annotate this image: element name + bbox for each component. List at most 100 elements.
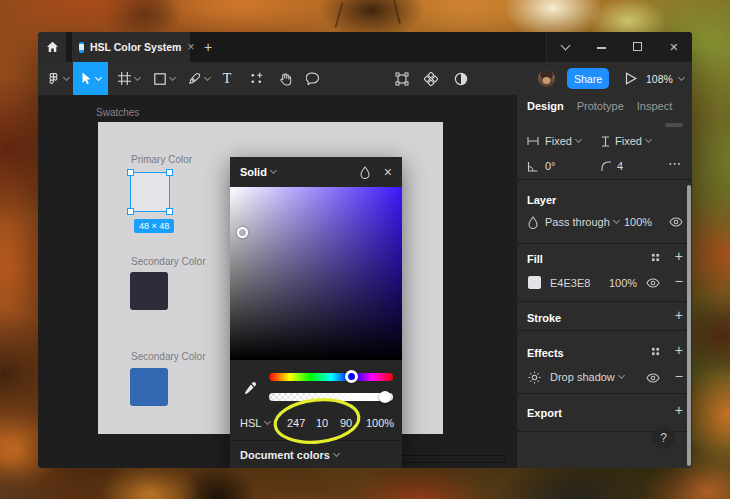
hue-value[interactable]: 247 bbox=[287, 417, 305, 429]
sv-cursor[interactable] bbox=[237, 227, 248, 238]
more-options-button[interactable]: ⋯ bbox=[668, 156, 682, 171]
rotation-value[interactable]: 0° bbox=[545, 160, 556, 172]
remove-fill-button[interactable]: − bbox=[675, 273, 683, 289]
figma-file-icon bbox=[79, 42, 84, 53]
figma-window: HSL Color System × + ✕ bbox=[38, 32, 692, 468]
hue-slider[interactable] bbox=[269, 373, 393, 381]
text-tool-button[interactable]: T bbox=[218, 62, 236, 95]
move-tool-icon bbox=[81, 72, 92, 85]
export-section-title: Export bbox=[527, 407, 562, 419]
file-tab[interactable]: HSL Color System × bbox=[72, 32, 190, 62]
effect-styles-icon[interactable] bbox=[651, 347, 660, 356]
present-button[interactable] bbox=[619, 62, 643, 95]
help-button[interactable]: ? bbox=[652, 426, 675, 449]
zoom-level: 108% bbox=[646, 73, 673, 85]
move-tool-button[interactable] bbox=[73, 62, 108, 95]
selection-handle[interactable] bbox=[127, 208, 134, 215]
user-avatar[interactable] bbox=[538, 70, 555, 87]
titlebar: HSL Color System × + ✕ bbox=[38, 32, 692, 62]
pen-tool-button[interactable] bbox=[184, 62, 214, 95]
new-tab-button[interactable]: + bbox=[198, 32, 218, 62]
corner-radius-icon bbox=[601, 161, 612, 172]
mask-button[interactable] bbox=[449, 62, 473, 95]
pen-tool-icon bbox=[188, 72, 201, 85]
toolbar: T bbox=[38, 62, 692, 95]
component-icon bbox=[424, 72, 438, 86]
selected-swatch[interactable] bbox=[128, 170, 172, 214]
frame-tool-button[interactable] bbox=[114, 62, 144, 95]
fill-styles-icon[interactable] bbox=[651, 253, 660, 262]
fill-type-select[interactable]: Solid bbox=[240, 166, 276, 178]
color-mode-select[interactable]: HSL bbox=[240, 417, 270, 429]
secondary-color-swatch-2[interactable] bbox=[130, 368, 168, 406]
figma-logo-icon bbox=[47, 72, 60, 85]
hand-tool-icon bbox=[279, 72, 292, 86]
dialog-close-icon[interactable]: × bbox=[384, 164, 392, 180]
panel-scrollbar[interactable] bbox=[687, 185, 691, 466]
window-chevron-icon[interactable] bbox=[547, 41, 583, 53]
secondary-color-swatch[interactable] bbox=[130, 272, 168, 310]
effect-type-select[interactable]: Drop shadow bbox=[550, 371, 624, 383]
leaf-stem bbox=[334, 2, 343, 28]
effect-icon bbox=[528, 371, 541, 384]
component-button[interactable] bbox=[419, 62, 443, 95]
swatch-label: Secondary Color bbox=[131, 351, 205, 362]
home-button[interactable] bbox=[38, 32, 66, 62]
constraint-horizontal-select[interactable]: Fixed bbox=[545, 135, 581, 147]
resources-button[interactable] bbox=[245, 62, 267, 95]
constraint-vertical-icon bbox=[601, 136, 610, 147]
alpha-slider[interactable] bbox=[269, 393, 393, 401]
layer-opacity[interactable]: 100% bbox=[624, 216, 652, 228]
tab-title: HSL Color System bbox=[90, 41, 181, 53]
add-stroke-button[interactable]: + bbox=[675, 307, 683, 323]
add-effect-button[interactable]: + bbox=[675, 342, 683, 358]
rotation-icon bbox=[527, 161, 538, 172]
add-fill-button[interactable]: + bbox=[675, 248, 683, 264]
saturation-value[interactable]: 10 bbox=[316, 417, 328, 429]
share-button[interactable]: Share bbox=[567, 68, 609, 89]
tab-inspect[interactable]: Inspect bbox=[637, 100, 672, 112]
eyedropper-button[interactable] bbox=[242, 381, 260, 399]
edit-object-button[interactable] bbox=[390, 62, 414, 95]
main-menu-button[interactable] bbox=[44, 62, 72, 95]
hue-knob[interactable] bbox=[345, 370, 358, 383]
fill-visibility-icon[interactable] bbox=[646, 278, 660, 288]
fill-hex-value[interactable]: E4E3E8 bbox=[550, 277, 590, 289]
selection-handle[interactable] bbox=[166, 169, 173, 176]
constraint-horizontal-icon bbox=[527, 136, 539, 146]
document-colors-select[interactable]: Document colors bbox=[240, 449, 339, 461]
home-icon bbox=[46, 41, 59, 53]
comment-tool-button[interactable] bbox=[302, 62, 324, 95]
add-export-button[interactable]: + bbox=[675, 402, 683, 418]
fill-opacity[interactable]: 100% bbox=[609, 277, 637, 289]
selection-handle[interactable] bbox=[166, 208, 173, 215]
alpha-knob[interactable] bbox=[379, 391, 391, 403]
tab-design[interactable]: Design bbox=[527, 100, 564, 112]
constraint-vertical-select[interactable]: Fixed bbox=[615, 135, 651, 147]
leaf-stem bbox=[393, 0, 401, 24]
fill-color-swatch[interactable] bbox=[528, 276, 541, 289]
maximize-button[interactable] bbox=[620, 41, 656, 53]
minimize-button[interactable] bbox=[583, 41, 619, 53]
hand-tool-button[interactable] bbox=[274, 62, 296, 95]
tab-close-icon[interactable]: × bbox=[187, 41, 194, 53]
selection-handle[interactable] bbox=[127, 169, 134, 176]
resources-icon bbox=[250, 72, 263, 85]
remove-effect-button[interactable]: − bbox=[675, 368, 683, 384]
blend-mode-select[interactable]: Pass through bbox=[545, 216, 619, 228]
tab-prototype[interactable]: Prototype bbox=[577, 100, 624, 112]
alpha-value[interactable]: 100% bbox=[366, 417, 394, 429]
frame-title[interactable]: Swatches bbox=[96, 107, 139, 118]
saturation-value-area[interactable] bbox=[230, 187, 402, 360]
lightness-value[interactable]: 90 bbox=[340, 417, 352, 429]
close-button[interactable]: ✕ bbox=[656, 41, 692, 54]
blend-icon[interactable] bbox=[360, 166, 370, 179]
zoom-control[interactable]: 108% bbox=[646, 62, 684, 95]
layer-visibility-icon[interactable] bbox=[669, 217, 683, 227]
shape-tool-button[interactable] bbox=[149, 62, 179, 95]
corner-radius-value[interactable]: 4 bbox=[617, 160, 623, 172]
rectangle-tool-icon bbox=[154, 73, 166, 85]
effect-visibility-icon[interactable] bbox=[646, 373, 660, 383]
effects-section-title: Effects bbox=[527, 347, 564, 359]
panel-handle[interactable] bbox=[665, 123, 683, 127]
